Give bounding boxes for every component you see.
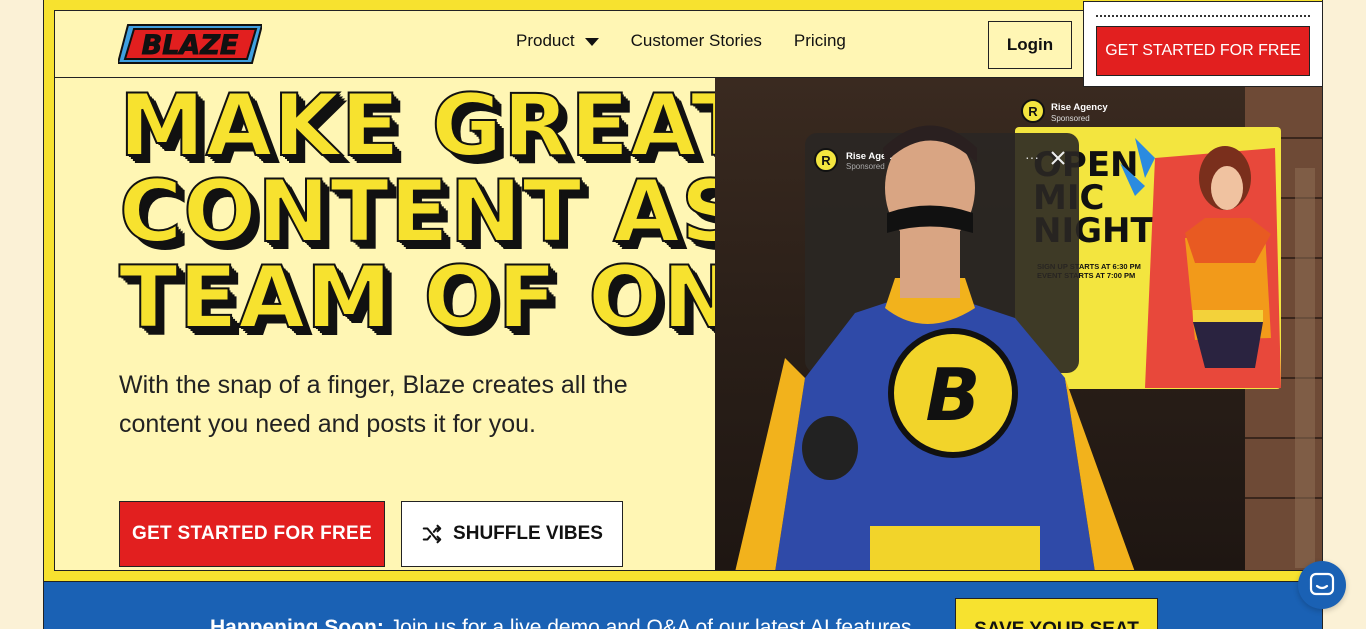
nav-product[interactable]: Product	[516, 31, 599, 51]
hero-chest-badge: B	[926, 353, 981, 437]
popup-get-started-button[interactable]: GET STARTED FOR FREE	[1096, 26, 1310, 76]
shuffle-icon	[422, 524, 442, 544]
banner-message: Join us for a live demo and Q&A of our l…	[383, 616, 912, 629]
nav-links: Product Customer Stories Pricing	[516, 31, 878, 51]
popup-divider	[1096, 15, 1310, 17]
hero-image: R Rise Agency Sponsored OPEN MIC NIGHT S…	[715, 78, 1322, 570]
chevron-down-icon	[584, 38, 599, 46]
nav-pricing[interactable]: Pricing	[794, 31, 846, 51]
get-started-button[interactable]: GET STARTED FOR FREE	[119, 501, 385, 567]
nav-pricing-label: Pricing	[793, 31, 846, 50]
blaze-logo[interactable]: BLAZE	[118, 23, 262, 65]
nav-product-label: Product	[516, 31, 575, 50]
banner-lead: Happening Soon:	[210, 616, 384, 629]
ad-front-tag: Sponsored	[846, 162, 885, 171]
hero-illustration: R Rise Agency Sponsored OPEN MIC NIGHT S…	[735, 78, 1322, 570]
ad-back-account: Rise Agency	[1051, 102, 1108, 113]
logo-wordmark: BLAZE	[142, 30, 239, 61]
hero-subtitle: With the snap of a finger, Blaze creates…	[119, 371, 628, 438]
announcement-banner: Happening Soon: Join us for a live demo …	[43, 582, 1323, 629]
cta-popup: GET STARTED FOR FREE	[1083, 1, 1323, 87]
svg-text:R: R	[1028, 104, 1038, 119]
ad-back-tag: Sponsored	[1051, 114, 1090, 123]
svg-text:···: ···	[1025, 149, 1039, 165]
nav-customer-stories-label: Customer Stories	[630, 31, 762, 50]
shuffle-vibes-button[interactable]: SHUFFLE VIBES	[401, 501, 623, 567]
chat-launcher[interactable]	[1298, 561, 1346, 609]
banner-text: Happening Soon: Join us for a live demo …	[210, 616, 911, 629]
login-button[interactable]: Login	[988, 21, 1072, 69]
shuffle-vibes-label: SHUFFLE VIBES	[453, 523, 603, 544]
nav-customer-stories[interactable]: Customer Stories	[631, 31, 762, 51]
svg-text:R: R	[821, 153, 831, 168]
save-your-seat-button[interactable]: SAVE YOUR SEAT	[955, 598, 1158, 629]
hero-frame: BLAZE Product Customer Stories Pricing L…	[54, 10, 1323, 571]
chat-icon	[1309, 572, 1335, 596]
